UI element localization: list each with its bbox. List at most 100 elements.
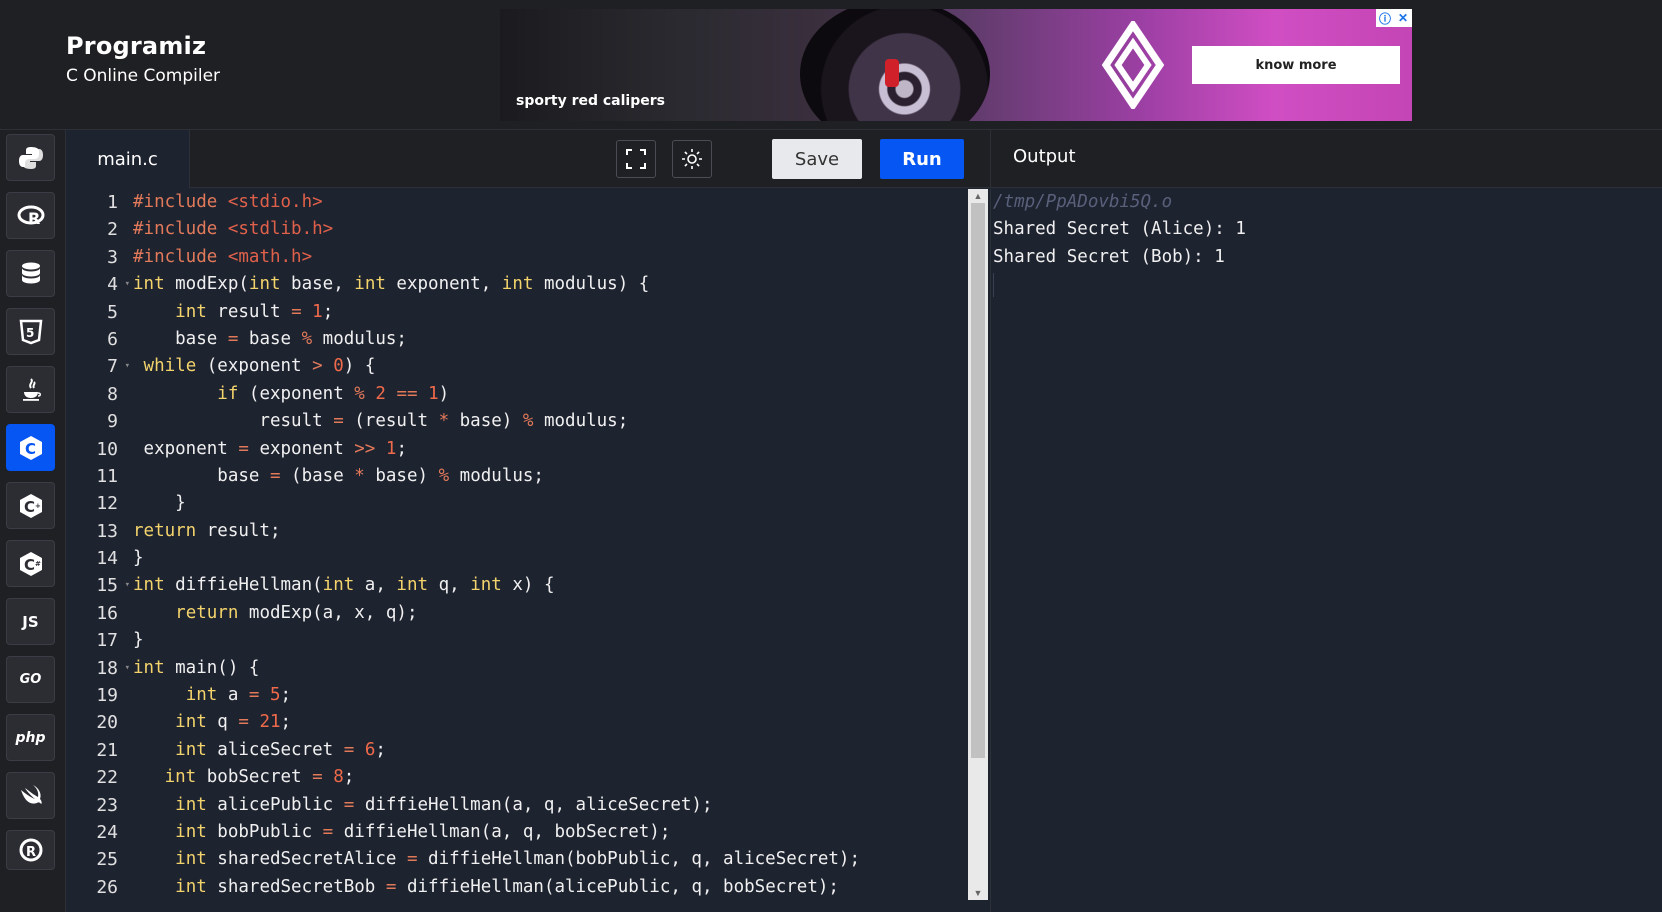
java-icon[interactable] [6, 366, 55, 413]
line-number: 14 [96, 548, 118, 570]
renault-logo-icon [1101, 21, 1165, 109]
code-line[interactable]: int bobPublic = diffieHellman(a, q, bobS… [133, 819, 860, 846]
line-number: 21 [96, 739, 118, 761]
output-console[interactable]: /tmp/PpADovbi5Q.o Shared Secret (Alice):… [990, 189, 1662, 912]
output-cursor [993, 273, 994, 298]
line-number: 4 ▾ [66, 271, 130, 298]
javascript-icon[interactable]: JS [6, 598, 55, 645]
code-line[interactable]: int modExp(int base, int exponent, int m… [133, 271, 860, 298]
ad-know-more-button[interactable]: know more [1192, 46, 1400, 84]
file-tab-main-c[interactable]: main.c [66, 130, 190, 188]
brand[interactable]: Programiz C Online Compiler [66, 32, 220, 86]
ad-close-icon[interactable]: ✕ [1394, 9, 1412, 27]
html5-icon[interactable]: 5 [6, 308, 55, 355]
line-number: 3 [107, 246, 118, 268]
header: Programiz C Online Compiler sporty red c… [0, 0, 1662, 130]
svg-text:R: R [26, 845, 36, 860]
code-line[interactable]: int diffieHellman(int a, int q, int x) { [133, 572, 860, 599]
code-line[interactable]: int q = 21; [133, 709, 860, 736]
run-button[interactable]: Run [880, 139, 964, 179]
editor-scrollbar[interactable]: ▲ ▼ [968, 189, 988, 900]
editor-toolbar: main.c Save Run [66, 130, 990, 188]
code-line[interactable]: int sharedSecretAlice = diffieHellman(bo… [133, 846, 860, 873]
scrollbar-thumb[interactable] [971, 203, 985, 758]
ad-tagline: sporty red calipers [516, 93, 665, 109]
ad-info-icon[interactable]: ⓘ [1376, 9, 1394, 27]
code-line[interactable]: if (exponent % 2 == 1) [133, 381, 860, 408]
c-language-icon[interactable]: C [6, 424, 55, 471]
code-line[interactable]: int aliceSecret = 6; [133, 737, 860, 764]
sql-database-icon[interactable] [6, 250, 55, 297]
line-number: 19 [96, 685, 118, 707]
svg-text:5: 5 [26, 326, 34, 340]
svg-text:+: + [35, 502, 41, 510]
code-line[interactable]: base = base % modulus; [133, 326, 860, 353]
line-number: 25 [96, 849, 118, 871]
line-number: 18 ▾ [66, 655, 130, 682]
code-line[interactable]: } [133, 545, 860, 572]
advertisement-banner[interactable]: sporty red calipers know more ⓘ ✕ [500, 9, 1412, 121]
cpp-icon[interactable]: C + [6, 482, 55, 529]
line-number: 24 [96, 821, 118, 843]
code-line[interactable]: int result = 1; [133, 299, 860, 326]
svg-text:C: C [24, 498, 35, 516]
code-line[interactable]: return modExp(a, x, q); [133, 600, 860, 627]
line-number: 6 [107, 328, 118, 350]
line-number: 12 [96, 493, 118, 515]
code-line[interactable]: int bobSecret = 8; [133, 764, 860, 791]
code-line[interactable]: } [133, 490, 860, 517]
r-language-icon[interactable]: R [6, 192, 55, 239]
code-line[interactable]: exponent = exponent >> 1; [133, 436, 860, 463]
code-editor[interactable]: 1 2 3 4 ▾ 5 6 7 ▾ 8 9 10 11 12 13 14 15 ▾ 16 17 18 ▾ 19 20 21 22 2… [66, 189, 968, 900]
fold-arrow-icon[interactable]: ▾ [125, 655, 130, 682]
save-button[interactable]: Save [772, 139, 862, 179]
python-icon[interactable] [6, 134, 55, 181]
programiz-logo: Programiz [66, 32, 220, 60]
line-number-gutter: 1 2 3 4 ▾ 5 6 7 ▾ 8 9 10 11 12 13 14 15 ▾ 16 17 18 ▾ 19 20 21 22 2… [66, 189, 130, 900]
svg-text:R: R [28, 209, 40, 228]
code-line[interactable]: result = (result * base) % modulus; [133, 408, 860, 435]
code-line[interactable]: while (exponent > 0) { [133, 353, 860, 380]
line-number: 15 ▾ [66, 572, 130, 599]
scroll-up-icon[interactable]: ▲ [968, 189, 988, 203]
line-number: 20 [96, 712, 118, 734]
scroll-down-icon[interactable]: ▼ [968, 886, 988, 900]
code-line[interactable]: base = (base * base) % modulus; [133, 463, 860, 490]
brand-name: Programiz [66, 32, 207, 60]
output-line: Shared Secret (Alice): 1 [993, 219, 1246, 240]
code-line[interactable]: #include <stdlib.h> [133, 216, 860, 243]
line-number: 5 [107, 301, 118, 323]
line-number: 26 [96, 876, 118, 898]
fold-arrow-icon[interactable]: ▾ [125, 271, 130, 298]
swift-icon[interactable] [6, 772, 55, 819]
code-line[interactable]: #include <stdio.h> [133, 189, 860, 216]
code-line[interactable]: #include <math.h> [133, 244, 860, 271]
fold-arrow-icon[interactable]: ▾ [125, 572, 130, 599]
ad-caliper-image [885, 59, 899, 87]
line-number: 22 [96, 767, 118, 789]
output-header: Output [990, 130, 1662, 188]
code-line[interactable]: int a = 5; [133, 682, 860, 709]
line-number: 2 [107, 219, 118, 241]
go-icon[interactable]: GO [6, 656, 55, 703]
line-number: 7 ▾ [66, 353, 130, 380]
fold-arrow-icon[interactable]: ▾ [125, 353, 130, 380]
theme-toggle-sun-icon[interactable] [672, 140, 712, 178]
line-number: 10 [96, 438, 118, 460]
csharp-icon[interactable]: C # [6, 540, 55, 587]
fullscreen-icon[interactable] [616, 140, 656, 178]
output-file-path: /tmp/PpADovbi5Q.o [993, 192, 1173, 212]
code-lines[interactable]: #include <stdio.h> #include <stdlib.h> #… [133, 189, 860, 900]
rust-icon[interactable]: R [6, 830, 55, 870]
output-line: Shared Secret (Bob): 1 [993, 246, 1225, 267]
code-line[interactable]: int main() { [133, 655, 860, 682]
line-number: 9 [107, 411, 118, 433]
code-line[interactable]: return result; [133, 518, 860, 545]
php-icon[interactable]: php [6, 714, 55, 761]
line-number: 11 [96, 465, 118, 487]
ad-controls: ⓘ ✕ [1376, 9, 1412, 27]
code-line[interactable]: int sharedSecretBob = diffieHellman(alic… [133, 874, 860, 900]
code-line[interactable]: int alicePublic = diffieHellman(a, q, al… [133, 792, 860, 819]
code-line[interactable]: } [133, 627, 860, 654]
svg-text:C: C [25, 440, 36, 458]
